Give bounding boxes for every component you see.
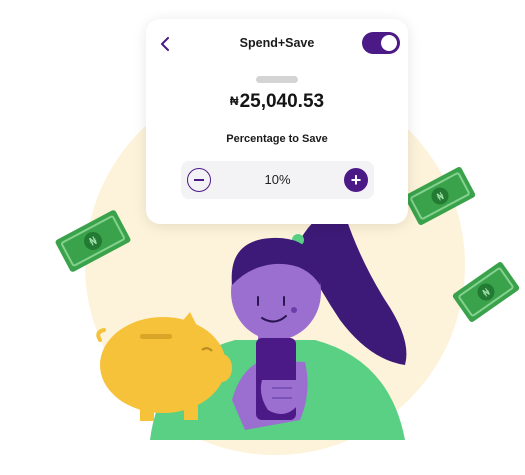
currency-symbol: ₦ (229, 94, 239, 108)
percentage-label: Percentage to Save (226, 133, 328, 145)
increase-button[interactable]: + (344, 168, 368, 192)
plus-icon: + (350, 170, 362, 190)
percentage-stepper: 10% + (181, 161, 374, 199)
balance-label-placeholder (256, 76, 298, 83)
toggle-knob (381, 35, 397, 51)
spend-save-toggle[interactable] (362, 32, 400, 54)
spend-save-card: Spend+Save ₦25,040.53 Percentage to Save… (146, 19, 408, 224)
balance-amount: ₦25,040.53 (146, 91, 408, 113)
balance-value: 25,040.53 (239, 91, 325, 112)
